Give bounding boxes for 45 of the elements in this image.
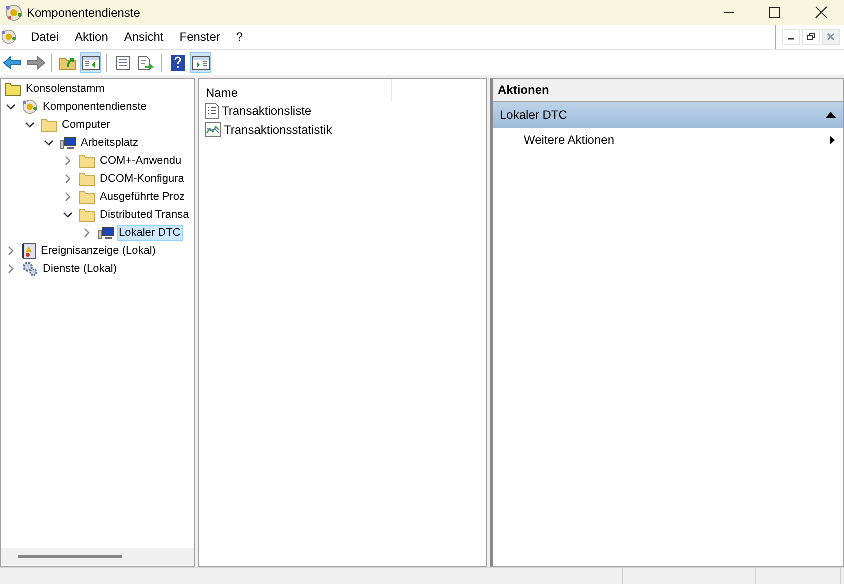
window-title: Komponentendienste: [27, 6, 140, 20]
gear-icon: [22, 261, 38, 277]
computer-icon: [60, 136, 76, 150]
list-item[interactable]: Transaktionsstatistik: [224, 122, 332, 136]
snapin-icon: [22, 99, 38, 115]
tree-item[interactable]: Ereignisanzeige (Lokal): [39, 243, 158, 259]
tree-item[interactable]: DCOM-Konfigura: [98, 171, 186, 187]
menu-item[interactable]: ?: [228, 30, 252, 44]
actionpane-button[interactable]: [190, 52, 211, 73]
section-header[interactable]: Lokaler DTC: [493, 102, 843, 128]
tree-item[interactable]: Lokaler DTC: [117, 225, 183, 241]
menu-item[interactable]: Aktion: [67, 30, 116, 44]
scrollbar-thumb[interactable]: [18, 555, 122, 558]
snapin-icon: [5, 4, 23, 22]
tree-item[interactable]: Arbeitsplatz: [79, 135, 140, 151]
tree-item[interactable]: Computer: [60, 117, 112, 133]
folder-icon: [79, 172, 95, 186]
tree-item[interactable]: Ausgeführte Proz: [98, 189, 187, 205]
snapin-icon[interactable]: [1, 29, 17, 45]
log-book-icon: [22, 243, 36, 259]
tree-item[interactable]: Konsolenstamm: [24, 81, 107, 97]
tree-item[interactable]: Dienste (Lokal): [41, 261, 119, 277]
tree-item[interactable]: COM+-Anwendu: [98, 153, 184, 169]
folder-icon: [5, 82, 21, 96]
folder-icon: [79, 208, 95, 222]
section-title: Lokaler DTC: [500, 108, 568, 122]
minimize-icon[interactable]: [782, 29, 800, 45]
restore-icon[interactable]: [802, 29, 820, 45]
folder-icon: [41, 118, 57, 132]
menu-item[interactable]: Datei: [23, 30, 68, 44]
column-header[interactable]: Name: [199, 79, 392, 101]
line-chart-icon: [205, 122, 221, 137]
actions-header: Aktionen: [493, 79, 843, 102]
action-link[interactable]: Weitere Aktionen: [524, 133, 614, 147]
folder-icon: [79, 190, 95, 204]
tree-button[interactable]: [80, 52, 101, 73]
menu-item[interactable]: Ansicht: [116, 30, 172, 44]
list-item[interactable]: Transaktionsliste: [222, 104, 312, 118]
list-icon: [205, 102, 219, 118]
folder-icon: [79, 154, 95, 168]
triangle-up-icon[interactable]: [826, 112, 836, 118]
tree-item[interactable]: Komponentendienste: [41, 99, 149, 115]
menu-item[interactable]: Fenster: [172, 30, 228, 44]
computer-icon: [98, 226, 114, 240]
tree-item[interactable]: Distributed Transa: [98, 207, 192, 223]
